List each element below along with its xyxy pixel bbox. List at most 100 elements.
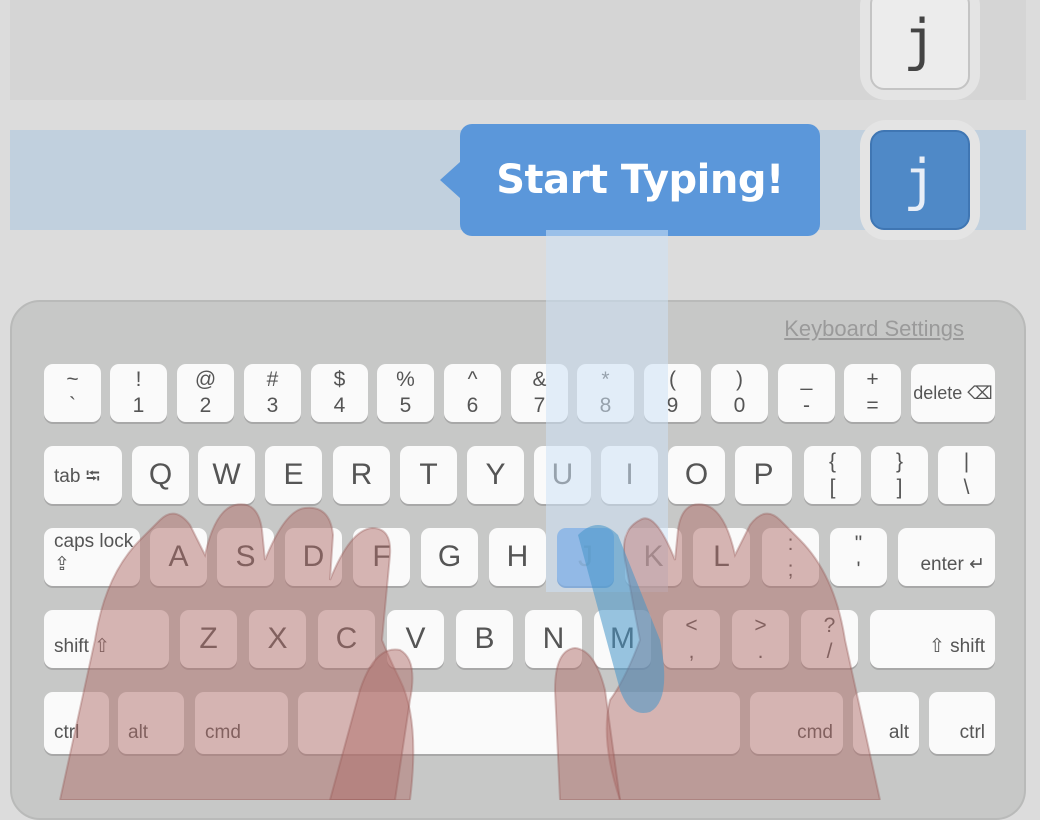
key-label: Y (485, 458, 506, 491)
key-label: K (643, 540, 664, 573)
key-label: F (372, 540, 391, 573)
key-v[interactable]: V (387, 610, 444, 668)
key-w[interactable]: W (198, 446, 255, 504)
key-top-label: ( (669, 368, 676, 391)
key-ctrl-left[interactable]: ctrl (44, 692, 109, 754)
key-y[interactable]: Y (467, 446, 524, 504)
key-label: T (419, 458, 438, 491)
key-enter[interactable]: enter ↵ (898, 528, 995, 586)
key-l[interactable]: L (693, 528, 750, 586)
key-d[interactable]: D (285, 528, 342, 586)
key-left-brace[interactable]: {[ (804, 446, 861, 504)
key-e[interactable]: E (265, 446, 322, 504)
key-label: tab ⭾ (54, 466, 101, 487)
key-right-brace[interactable]: }] (871, 446, 928, 504)
key-delete[interactable]: delete ⌫ (911, 364, 995, 422)
key-bottom-label: 3 (266, 394, 279, 417)
key-alt-right[interactable]: alt (853, 692, 919, 754)
key-2[interactable]: @2 (177, 364, 234, 422)
keyboard-settings-link[interactable]: Keyboard Settings (784, 316, 964, 342)
key-semicolon[interactable]: :; (762, 528, 819, 586)
key-bottom-label: 1 (132, 394, 145, 417)
key-0[interactable]: ) 0 (711, 364, 768, 422)
key-r[interactable]: R (333, 446, 390, 504)
key-7[interactable]: & 7 (511, 364, 568, 422)
key-b[interactable]: B (456, 610, 513, 668)
virtual-keyboard: Keyboard Settings ~ ` ! 1 @2 #3 $4 % 5 ^ 6 &… (10, 300, 1026, 820)
key-minus[interactable]: _ - (778, 364, 835, 422)
key-label: A (168, 540, 189, 573)
key-top-label: $ (333, 368, 346, 391)
key-cmd-right[interactable]: cmd (750, 692, 843, 754)
key-5[interactable]: % 5 (377, 364, 434, 422)
key-s[interactable]: S (217, 528, 274, 586)
key-label: U (551, 458, 574, 491)
key-q[interactable]: Q (132, 446, 189, 504)
key-bottom-label: / (826, 640, 833, 663)
key-top-label: < (685, 614, 698, 637)
key-4[interactable]: $4 (311, 364, 368, 422)
key-top-label: : (787, 532, 794, 555)
key-label: Q (148, 458, 173, 491)
key-bottom-label: 5 (399, 394, 412, 417)
key-g[interactable]: G (421, 528, 478, 586)
key-label: X (267, 622, 288, 655)
key-label: D (302, 540, 325, 573)
key-3[interactable]: #3 (244, 364, 301, 422)
key-label: G (437, 540, 462, 573)
key-label: O (684, 458, 709, 491)
key-period[interactable]: >. (732, 610, 789, 668)
key-slash[interactable]: ? / (801, 610, 858, 668)
key-cmd-left[interactable]: cmd (195, 692, 288, 754)
key-j-active[interactable]: J (557, 528, 614, 586)
key-bottom-label: ; (787, 558, 794, 581)
key-top-label: { (828, 450, 836, 473)
key-equals[interactable]: + = (844, 364, 901, 422)
key-label: Z (199, 622, 218, 655)
key-label: N (542, 622, 565, 655)
key-label: ⇧ shift (928, 636, 985, 657)
key-1[interactable]: ! 1 (110, 364, 167, 422)
key-tab[interactable]: tab ⭾ (44, 446, 122, 504)
key-bottom-label: , (688, 640, 695, 663)
key-m[interactable]: M (594, 610, 651, 668)
key-top-label: # (266, 368, 279, 391)
key-t[interactable]: T (400, 446, 457, 504)
key-caps-lock[interactable]: caps lock ⇪ (44, 528, 140, 586)
key-o[interactable]: O (668, 446, 725, 504)
key-alt-left[interactable]: alt (118, 692, 184, 754)
key-label: R (350, 458, 373, 491)
key-n[interactable]: N (525, 610, 582, 668)
key-ctrl-right[interactable]: ctrl (929, 692, 995, 754)
key-tilde[interactable]: ~ ` (44, 364, 101, 422)
key-c[interactable]: C (318, 610, 375, 668)
key-9[interactable]: (9 (644, 364, 701, 422)
key-bottom-label: = (866, 394, 879, 417)
key-i[interactable]: I (601, 446, 658, 504)
key-6[interactable]: ^ 6 (444, 364, 501, 422)
key-label: C (335, 622, 358, 655)
key-backslash[interactable]: | \ (938, 446, 995, 504)
key-shift-left[interactable]: shift ⇧ (44, 610, 169, 668)
key-comma[interactable]: <, (663, 610, 720, 668)
key-8[interactable]: * 8 (577, 364, 634, 422)
key-shift-right[interactable]: ⇧ shift (870, 610, 995, 668)
key-z[interactable]: Z (180, 610, 237, 668)
key-f[interactable]: F (353, 528, 410, 586)
key-k[interactable]: K (625, 528, 682, 586)
key-p[interactable]: P (735, 446, 792, 504)
key-quote[interactable]: " ' (830, 528, 887, 586)
previous-letter: j (870, 0, 970, 90)
key-label: alt (888, 722, 909, 743)
key-a[interactable]: A (150, 528, 207, 586)
key-space[interactable] (298, 692, 740, 754)
key-x[interactable]: X (249, 610, 306, 668)
key-label: alt (128, 722, 149, 743)
key-h[interactable]: H (489, 528, 546, 586)
key-label: I (625, 458, 634, 491)
key-top-label: | (963, 450, 970, 473)
key-label: cmd (205, 722, 241, 743)
key-top-label: & (532, 368, 547, 391)
key-u[interactable]: U (534, 446, 591, 504)
key-bottom-label: 7 (533, 394, 546, 417)
